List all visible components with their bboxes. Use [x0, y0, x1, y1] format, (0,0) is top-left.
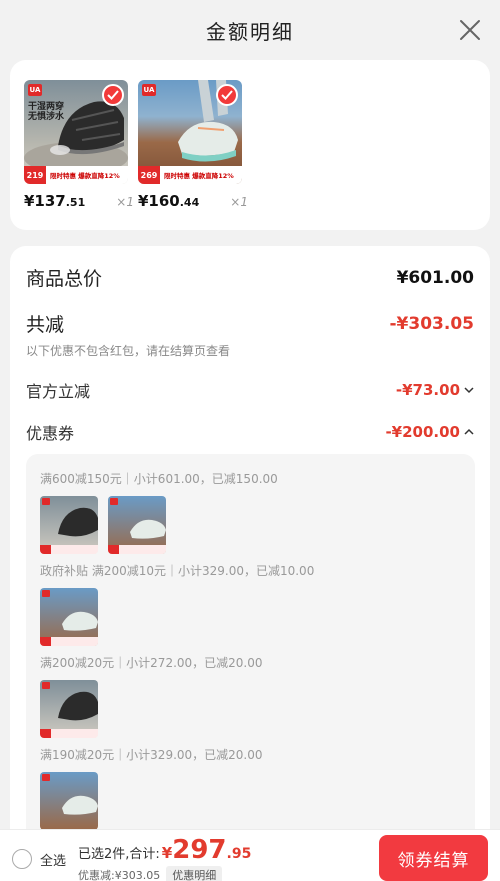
tag-price: 219: [24, 166, 46, 184]
discount-summary: 优惠减:¥303.05 优惠明细: [78, 866, 223, 881]
product-promo-strip: 219 限时特惠 爆款直降12%: [24, 166, 128, 184]
coupon-line: 满200减20元｜小计272.00，已减20.00: [40, 656, 263, 670]
official-discount-row[interactable]: 官方立减 -¥73.00: [26, 378, 474, 402]
coupon-product-thumbnail: [40, 680, 98, 738]
tag-price: [108, 545, 119, 554]
check-icon[interactable]: [216, 84, 238, 106]
selected-count-text: 已选2件,合计:: [78, 847, 160, 862]
total-amount-int: 297: [172, 835, 227, 865]
amount-detail-card: 商品总价 ¥601.00 共减 -¥303.05 以下优惠不包含红包，请在结算页…: [10, 246, 490, 846]
product-price-row: ¥160.44 ×1: [138, 192, 248, 214]
discount-label: 共减: [26, 314, 65, 336]
total-price-row: 商品总价 ¥601.00: [26, 264, 474, 291]
chevron-up-icon[interactable]: [464, 428, 474, 436]
coupon-product-thumbnail: [108, 496, 166, 554]
discount-row: 共减 -¥303.05: [26, 310, 474, 337]
brand-logo: [42, 590, 50, 597]
tag-price: 269: [138, 166, 160, 184]
coupon-label: 优惠券: [26, 424, 75, 443]
brand-logo: [110, 498, 118, 505]
discount-summary-text: 优惠减:¥303.05: [78, 869, 161, 881]
promo-text: [119, 545, 166, 554]
thumb-strip: [40, 637, 98, 646]
tag-price: [40, 545, 51, 554]
product-quantity: ×1: [230, 195, 248, 209]
brand-logo: [42, 498, 50, 505]
brand-logo: UA: [142, 84, 156, 96]
modal-header: 金额明细: [0, 0, 500, 60]
product-thumbnail[interactable]: UA 269 限时特惠 爆款直降12%: [138, 80, 242, 184]
checkout-bar: 全选 已选2件,合计: ¥ 297 .95 优惠减:¥303.05 优惠明细 领…: [0, 829, 500, 881]
product-price-row: ¥137.51 ×1: [24, 192, 134, 214]
coupon-line: 满190减20元｜小计329.00，已减20.00: [40, 748, 263, 762]
tag-price: [40, 637, 51, 646]
total-amount-dec: .95: [226, 846, 252, 862]
brand-logo: UA: [28, 84, 42, 96]
product-price: ¥160.44: [138, 192, 200, 210]
brand-logo: [42, 682, 50, 689]
product-price: ¥137.51: [24, 192, 86, 210]
total-price-label: 商品总价: [26, 268, 103, 290]
coupon-line: 政府补贴 满200减10元｜小计329.00，已减10.00: [40, 564, 315, 578]
coupon-line: 满600减150元｜小计601.00，已减150.00: [40, 472, 278, 486]
promo-text: 限时特惠 爆款直降12%: [164, 172, 234, 180]
coupon-product-thumbnail: [40, 496, 98, 554]
coupon-breakdown-panel: 满600减150元｜小计601.00，已减150.00 政府补贴 满200减10…: [26, 454, 475, 846]
discount-note: 以下优惠不包含红包，请在结算页查看: [26, 344, 231, 358]
tag-price: [40, 729, 51, 738]
thumb-strip: [40, 729, 98, 738]
promo-text: [51, 729, 98, 738]
promo-text: [51, 637, 98, 646]
products-card: UA 干湿两穿无惧涉水 219 限时特惠 爆款直降12% ¥137.51 ×1: [10, 60, 490, 230]
product-item[interactable]: UA 干湿两穿 无惧涉水 219 限时特惠 爆款直降12% ¥137.51 ×1: [24, 80, 134, 210]
official-discount-label: 官方立减: [26, 382, 91, 401]
coupon-value: -¥200.00: [385, 423, 460, 441]
coupon-product-thumbnail: [40, 772, 98, 830]
order-summary: 已选2件,合计: ¥ 297 .95: [78, 835, 251, 865]
thumb-strip: [108, 545, 166, 554]
brand-logo: [42, 774, 50, 781]
product-thumbnail[interactable]: UA 干湿两穿 无惧涉水 219 限时特惠 爆款直降12%: [24, 80, 128, 184]
coupon-row[interactable]: 优惠券 -¥200.00: [26, 420, 474, 444]
product-promo-strip: 269 限时特惠 爆款直降12%: [138, 166, 242, 184]
total-currency: ¥: [161, 844, 173, 862]
chevron-down-icon[interactable]: [464, 386, 474, 394]
product-item[interactable]: UA 269 限时特惠 爆款直降12% ¥160.44 ×1: [138, 80, 248, 210]
promo-text: 限时特惠 爆款直降12%: [50, 172, 120, 180]
close-icon[interactable]: [458, 18, 482, 42]
thumb-strip: [40, 545, 98, 554]
promo-text: [51, 545, 98, 554]
discount-detail-button[interactable]: 优惠明细: [166, 866, 223, 881]
modal-title: 金额明细: [206, 19, 294, 44]
discount-value: -¥303.05: [389, 313, 475, 334]
select-all-radio[interactable]: [12, 849, 32, 869]
total-price-value: ¥601.00: [396, 267, 474, 288]
official-discount-amount: -¥73.00: [396, 381, 474, 399]
check-icon[interactable]: [102, 84, 124, 106]
coupon-amount: -¥200.00: [385, 423, 474, 441]
coupon-product-thumbnail: [40, 588, 98, 646]
product-overlay-text: 干湿两穿 无惧涉水: [28, 102, 65, 123]
select-all-label[interactable]: 全选: [40, 850, 66, 869]
official-discount-value: -¥73.00: [395, 381, 460, 399]
checkout-button[interactable]: 领券结算: [379, 835, 488, 881]
product-quantity: ×1: [116, 195, 134, 209]
